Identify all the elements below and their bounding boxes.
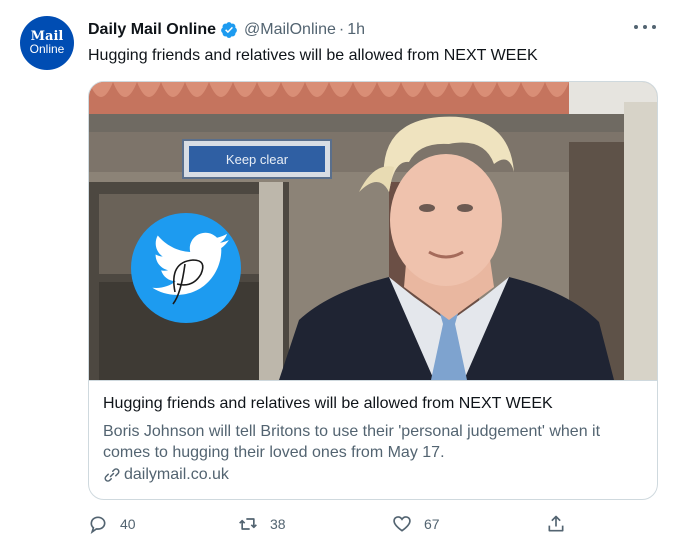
share-icon <box>548 515 564 532</box>
separator-dot: · <box>338 21 345 38</box>
reply-count: 40 <box>120 516 136 532</box>
card-image[interactable]: Keep clear <box>89 82 657 380</box>
card-body[interactable]: Hugging friends and relatives will be al… <box>89 380 657 499</box>
link-card[interactable]: Keep clear Hugging friends and relatives… <box>88 81 658 500</box>
tweet-actions: 40 38 67 <box>88 512 588 536</box>
author-handle[interactable]: @MailOnline <box>244 21 336 39</box>
retweet-button[interactable]: 38 <box>238 512 286 536</box>
twitter-bird-watermark-icon <box>131 213 241 323</box>
card-domain[interactable]: dailymail.co.uk <box>103 466 229 484</box>
card-description: Boris Johnson will tell Britons to use t… <box>103 423 601 461</box>
sign-text: Keep clear <box>226 152 289 167</box>
card-domain-text: dailymail.co.uk <box>124 466 229 483</box>
like-button[interactable]: 67 <box>392 512 440 536</box>
tweet-header: Daily Mail Online @MailOnline · 1h <box>88 19 630 41</box>
tweet[interactable]: Mail Online Daily Mail Online @MailOnlin… <box>0 0 690 545</box>
share-button[interactable] <box>546 512 578 536</box>
reply-icon <box>90 516 106 534</box>
avatar[interactable]: Mail Online <box>20 16 74 70</box>
tweet-text: Hugging friends and relatives will be al… <box>88 47 538 64</box>
tweet-timestamp[interactable]: 1h <box>347 21 365 39</box>
avatar-line-2: Online <box>29 42 65 56</box>
card-title[interactable]: Hugging friends and relatives will be al… <box>103 395 553 413</box>
like-count: 67 <box>424 516 440 532</box>
retweet-icon <box>239 518 257 530</box>
link-icon <box>104 468 120 482</box>
heart-icon <box>393 516 411 532</box>
verified-badge-icon <box>220 21 238 39</box>
more-options-icon[interactable] <box>634 22 656 32</box>
author-name[interactable]: Daily Mail Online <box>88 21 216 39</box>
retweet-count: 38 <box>270 516 286 532</box>
reply-button[interactable]: 40 <box>88 512 136 536</box>
